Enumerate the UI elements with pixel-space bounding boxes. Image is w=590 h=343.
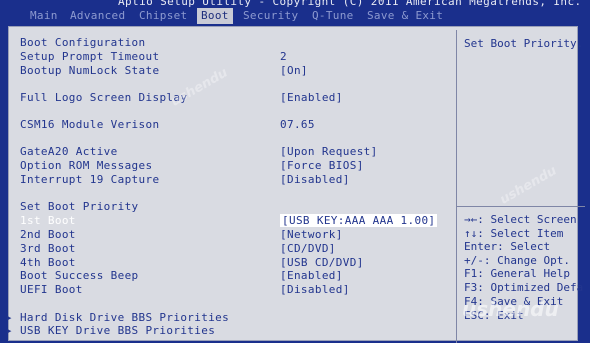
section-boot-configuration: Boot Configuration xyxy=(20,36,146,49)
option-rom-label[interactable]: Option ROM Messages xyxy=(20,159,152,172)
csm16-version-label: CSM16 Module Verison xyxy=(20,118,160,131)
tab-q-tune[interactable]: Q-Tune xyxy=(312,9,354,22)
watermark-logo: ushendu xyxy=(462,297,559,321)
boot-success-beep-value[interactable]: [Enabled] xyxy=(280,269,343,282)
full-logo-value[interactable]: [Enabled] xyxy=(280,91,343,104)
section-set-boot-priority: Set Boot Priority xyxy=(20,200,139,213)
boot-3rd-label[interactable]: 3rd Boot xyxy=(20,242,76,255)
tab-chipset[interactable]: Chipset xyxy=(139,9,187,22)
setup-prompt-timeout-label[interactable]: Setup Prompt Timeout xyxy=(20,50,159,63)
uefi-boot-label[interactable]: UEFI Boot xyxy=(20,283,83,296)
boot-3rd-value[interactable]: [CD/DVD] xyxy=(280,242,336,255)
bios-title: Aptio Setup Utility - Copyright (C) 2011… xyxy=(118,0,582,8)
bootup-numlock-label[interactable]: Bootup NumLock State xyxy=(20,64,159,77)
key-help-optimized: F3: Optimized Defa xyxy=(464,281,584,294)
boot-1st-label[interactable]: 1st Boot xyxy=(20,214,76,227)
key-help-select-screen: →←: Select Screen xyxy=(464,213,577,226)
submenu-usb-bbs[interactable]: ▸ USB KEY Drive BBS Priorities xyxy=(6,324,215,337)
submenu-hdd-bbs[interactable]: ▸ Hard Disk Drive BBS Priorities xyxy=(6,311,229,324)
key-help-select-item: ↑↓: Select Item xyxy=(464,227,564,240)
panel-divider xyxy=(456,30,457,343)
boot-success-beep-label[interactable]: Boot Success Beep xyxy=(20,269,139,282)
submenu-arrow-icon: ▸ xyxy=(6,324,20,337)
tab-bar: Main Advanced Chipset Boot Security Q-Tu… xyxy=(0,8,590,24)
submenu-arrow-icon: ▸ xyxy=(6,311,20,324)
key-help-change-opt: +/-: Change Opt. xyxy=(464,254,570,267)
csm16-version-value: 07.65 xyxy=(280,118,315,131)
full-logo-label[interactable]: Full Logo Screen Display xyxy=(20,91,187,104)
boot-4th-label[interactable]: 4th Boot xyxy=(20,256,76,269)
gatea20-value[interactable]: [Upon Request] xyxy=(280,145,378,158)
boot-2nd-value[interactable]: [Network] xyxy=(280,228,343,241)
boot-4th-value[interactable]: [USB CD/DVD] xyxy=(280,256,364,269)
boot-1st-value-text[interactable]: [USB KEY:AAA AAA 1.00] xyxy=(280,214,438,227)
tab-save-exit[interactable]: Save & Exit xyxy=(367,9,443,22)
key-help-general-help: F1: General Help xyxy=(464,267,570,280)
option-rom-value[interactable]: [Force BIOS] xyxy=(280,159,364,172)
bootup-numlock-value[interactable]: [On] xyxy=(280,64,308,77)
interrupt-19-value[interactable]: [Disabled] xyxy=(280,173,350,186)
submenu-hdd-bbs-label: Hard Disk Drive BBS Priorities xyxy=(19,311,230,324)
tab-security[interactable]: Security xyxy=(243,9,298,22)
boot-2nd-label[interactable]: 2nd Boot xyxy=(20,228,76,241)
help-text: Set Boot Priority. xyxy=(464,37,584,50)
gatea20-label[interactable]: GateA20 Active xyxy=(20,145,118,158)
key-help-enter: Enter: Select xyxy=(464,240,551,253)
tab-advanced[interactable]: Advanced xyxy=(70,9,125,22)
tab-boot[interactable]: Boot xyxy=(197,8,233,24)
boot-1st-value[interactable]: [USB KEY:AAA AAA 1.00] xyxy=(280,214,438,227)
interrupt-19-label[interactable]: Interrupt 19 Capture xyxy=(20,173,159,186)
help-separator xyxy=(457,206,585,207)
tab-main[interactable]: Main xyxy=(30,9,58,22)
setup-prompt-timeout-value[interactable]: 2 xyxy=(280,50,287,63)
submenu-usb-bbs-label: USB KEY Drive BBS Priorities xyxy=(19,324,216,337)
uefi-boot-value[interactable]: [Disabled] xyxy=(280,283,350,296)
